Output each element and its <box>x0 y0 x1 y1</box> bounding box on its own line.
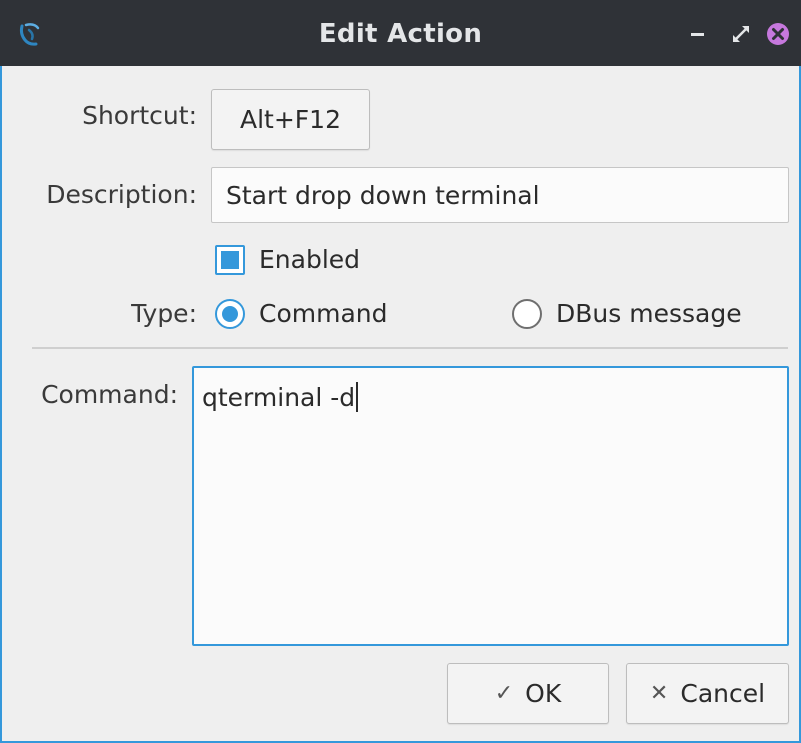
cancel-label: Cancel <box>680 679 766 708</box>
enabled-checkbox[interactable] <box>215 245 245 275</box>
command-value: qterminal -d <box>202 383 356 412</box>
type-label: Type: <box>131 299 197 328</box>
type-command-label[interactable]: Command <box>259 299 388 328</box>
type-dbus-label[interactable]: DBus message <box>556 299 742 328</box>
cancel-button[interactable]: ✕ Cancel <box>626 663 789 724</box>
minimize-icon[interactable] <box>686 22 710 46</box>
window-title: Edit Action <box>318 19 483 49</box>
separator <box>32 347 788 349</box>
ok-label: OK <box>525 679 562 708</box>
description-field[interactable]: Start drop down terminal <box>211 167 789 223</box>
command-textarea[interactable]: qterminal -d <box>192 366 789 646</box>
radio-selected-dot <box>222 306 238 322</box>
checkbox-checked-mark <box>221 251 239 269</box>
x-icon: ✕ <box>649 681 669 706</box>
type-dbus-radio[interactable] <box>512 299 542 329</box>
titlebar[interactable]: Edit Action <box>0 0 801 66</box>
edit-action-dialog: Edit Action Shortcut: Alt+F12 Descriptio… <box>0 0 801 743</box>
maximize-icon[interactable] <box>729 22 753 46</box>
enabled-label[interactable]: Enabled <box>259 245 360 274</box>
command-label: Command: <box>41 380 178 409</box>
shortcut-button[interactable]: Alt+F12 <box>211 89 370 150</box>
ok-button[interactable]: ✓ OK <box>447 663 609 724</box>
shortcut-label: Shortcut: <box>82 101 197 130</box>
text-caret <box>356 382 359 412</box>
close-icon[interactable] <box>766 22 790 46</box>
description-label: Description: <box>46 180 197 209</box>
description-value: Start drop down terminal <box>226 180 540 210</box>
check-icon: ✓ <box>494 681 514 706</box>
type-command-radio[interactable] <box>215 299 245 329</box>
